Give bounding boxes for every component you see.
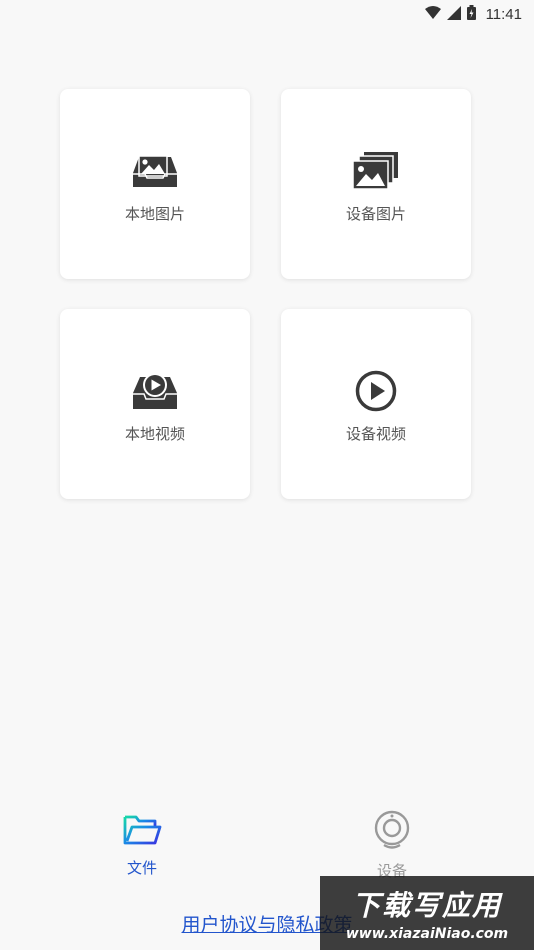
battery-icon: [466, 4, 476, 24]
device-video-card[interactable]: 设备视频: [281, 309, 471, 499]
device-images-icon: [352, 149, 400, 193]
tab-devices[interactable]: 设备: [342, 810, 442, 881]
tab-files-label: 文件: [126, 859, 157, 877]
watermark: 下载写应用 www.xiazaiNiao.com: [320, 876, 534, 950]
device-images-card[interactable]: 设备图片: [281, 89, 471, 279]
tab-files[interactable]: 文件: [92, 813, 192, 878]
local-image-icon: [131, 149, 179, 193]
watermark-url: www.xiazaiNiao.com: [345, 926, 509, 942]
local-images-card[interactable]: 本地图片: [60, 89, 250, 279]
local-video-card[interactable]: 本地视频: [60, 309, 250, 499]
device-video-icon: [352, 369, 400, 413]
local-video-label: 本地视频: [124, 425, 185, 443]
signal-icon: [446, 5, 461, 24]
device-images-label: 设备图片: [345, 205, 406, 223]
local-video-icon: [131, 369, 179, 413]
folder-icon: [122, 813, 162, 851]
camera-icon: [373, 810, 411, 854]
status-time: 11:41: [485, 5, 522, 23]
local-images-label: 本地图片: [124, 205, 185, 223]
wifi-icon: [424, 5, 441, 24]
watermark-title: 下载写应用: [351, 889, 502, 922]
device-video-label: 设备视频: [345, 425, 406, 443]
status-bar: 11:41: [0, 0, 534, 28]
